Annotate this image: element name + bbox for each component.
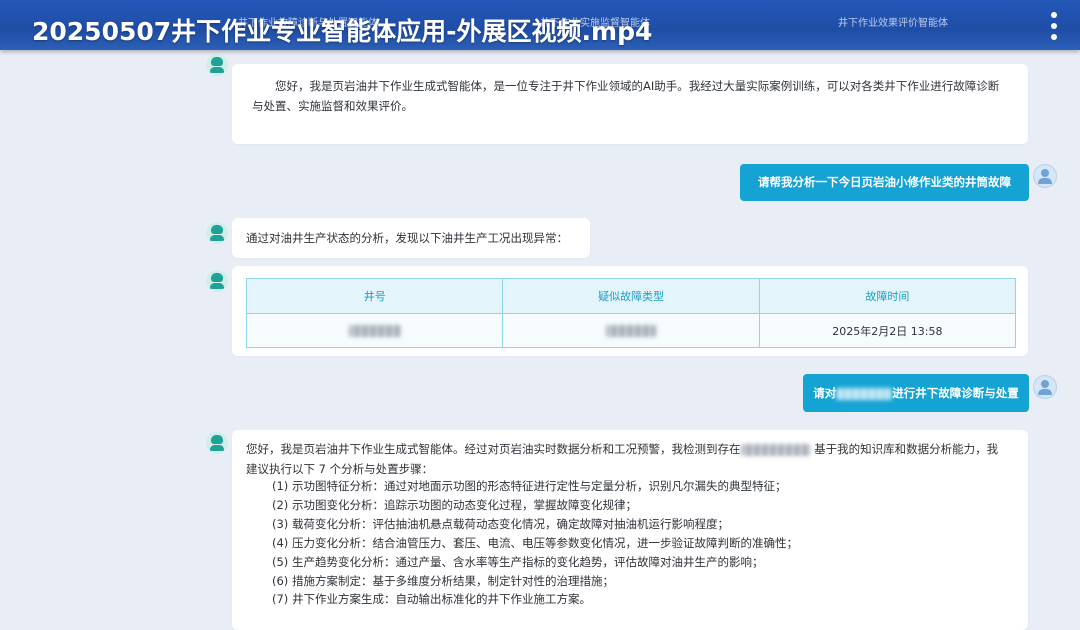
bot-avatar <box>206 270 228 292</box>
user-avatar <box>1033 375 1057 399</box>
fault-type-cell <box>502 313 760 348</box>
redacted-well-name <box>836 387 893 400</box>
redacted-fault-name <box>740 443 811 456</box>
bot-avatar <box>206 222 228 244</box>
well-no-cell <box>245 313 504 348</box>
user-message-2: 请对 进行井下故障诊断与处置 <box>803 374 1029 412</box>
bot-intro-text: 您好，我是页岩油井下作业生成式智能体，是一位专注于井下作业领域的AI助手。我经过… <box>252 79 1000 113</box>
table-row: 2025年2月2日 13:58 <box>245 313 1017 348</box>
analysis-step-7: (7) 井下作业方案生成：自动输出标准化的井下作业施工方案。 <box>272 592 591 606</box>
user-message-2-prefix: 请对 <box>813 386 837 400</box>
bot-message-2-intro: 您好，我是页岩油井下作业生成式智能体。经过对页岩油实时数据分析和工况预警，我检测… <box>246 439 1008 479</box>
bot-message-2-prefix: 您好，我是页岩油井下作业生成式智能体。经过对页岩油实时数据分析和工况预警，我检测… <box>246 442 741 456</box>
analysis-step-5: (5) 生产趋势变化分析：通过产量、含水率等生产指标的变化趋势，评估故障对油井生… <box>272 555 764 569</box>
analysis-step-4: (4) 压力变化分析：结合油管压力、套压、电流、电压等参数变化情况，进一步验证故… <box>272 536 798 550</box>
analysis-step-3: (3) 载荷变化分析：评估抽油机悬点载荷动态变化情况，确定故障对抽油机运行影响程… <box>272 517 729 531</box>
bot-message-1-text: 通过对油井生产状态的分析，发现以下油井生产工况出现异常： <box>246 231 568 245</box>
video-title: 20250507井下作业专业智能体应用-外展区视频.mp4 <box>32 17 653 46</box>
bot-avatar <box>206 54 228 76</box>
bot-message-1: 通过对油井生产状态的分析，发现以下油井生产工况出现异常： <box>232 218 590 258</box>
user-message-2-suffix: 进行井下故障诊断与处置 <box>892 386 1019 400</box>
redacted-well-no <box>348 325 401 337</box>
table-header-fault-type: 疑似故障类型 <box>502 278 760 314</box>
bot-intro-message: 您好，我是页岩油井下作业生成式智能体，是一位专注于井下作业领域的AI助手。我经过… <box>232 64 1028 144</box>
fault-table: 井号 疑似故障类型 故障时间 2025年2月2日 13:58 <box>245 278 1017 348</box>
fault-time-cell: 2025年2月2日 13:58 <box>758 313 1017 348</box>
top-bar: 井下作业故障诊断与处置智能体 井下作业实施监督智能体 井下作业效果评价智能体 2… <box>0 0 1080 50</box>
table-header-fault-time: 故障时间 <box>758 278 1017 314</box>
more-vertical-icon[interactable] <box>1050 12 1058 44</box>
analysis-step-2: (2) 示功图变化分析：追踪示功图的动态变化过程，掌握故障变化规律； <box>272 498 637 512</box>
analysis-step-6: (6) 措施方案制定：基于多维度分析结果，制定针对性的治理措施； <box>272 574 614 588</box>
tab-effect-evaluation[interactable]: 井下作业效果评价智能体 <box>838 14 948 29</box>
table-header-well-no: 井号 <box>245 278 504 314</box>
user-avatar <box>1033 164 1057 188</box>
user-message-1: 请帮我分析一下今日页岩油小修作业类的井筒故障 <box>740 164 1029 201</box>
redacted-fault-type <box>606 325 657 337</box>
analysis-step-1: (1) 示功图特征分析：通过对地面示功图的形态特征进行定性与定量分析，识别凡尔漏… <box>272 479 787 493</box>
bot-avatar <box>206 432 228 454</box>
